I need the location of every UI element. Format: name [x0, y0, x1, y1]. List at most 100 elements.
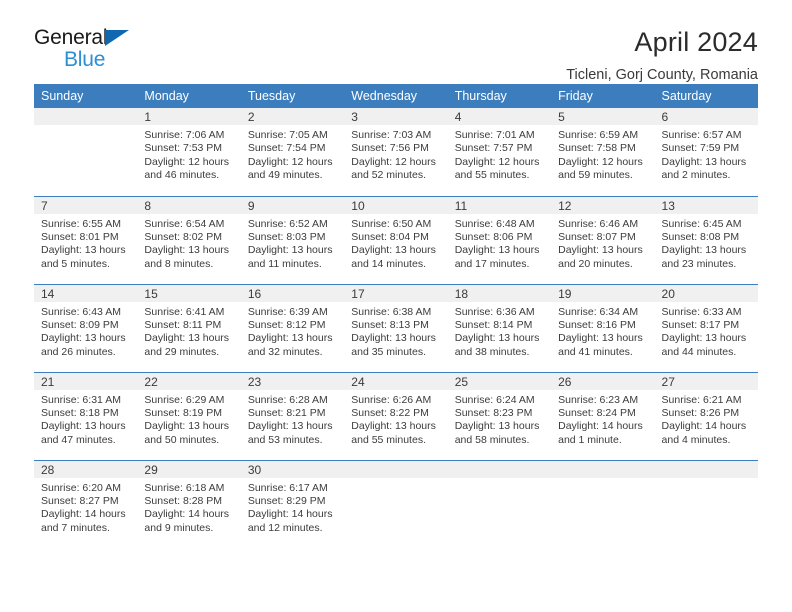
sunset-text: Sunset: 7:53 PM — [144, 142, 223, 155]
day-cell[interactable]: 3 Sunrise: 7:03 AM Sunset: 7:56 PM Dayli… — [344, 108, 448, 196]
day-cell[interactable] — [551, 460, 655, 548]
day-cell[interactable]: 19 Sunrise: 6:34 AM Sunset: 8:16 PM Dayl… — [551, 284, 655, 372]
day-details: Sunrise: 6:33 AM Sunset: 8:17 PM Dayligh… — [655, 302, 758, 360]
day-number: 30 — [240, 460, 345, 478]
day-cell[interactable]: 11 Sunrise: 6:48 AM Sunset: 8:06 PM Dayl… — [447, 196, 552, 284]
sunset-text: Sunset: 8:01 PM — [41, 230, 119, 243]
day-cell[interactable] — [34, 108, 138, 196]
sunrise-text: Sunrise: 6:34 AM — [558, 305, 639, 318]
day-details — [655, 478, 758, 482]
day-cell[interactable]: 12 Sunrise: 6:46 AM Sunset: 8:07 PM Dayl… — [551, 196, 655, 284]
weekday-header-thursday: Thursday — [447, 84, 552, 108]
day-number — [551, 460, 655, 478]
page-subtitle: Ticleni, Gorj County, Romania — [566, 67, 758, 84]
day-cell[interactable]: 7 Sunrise: 6:55 AM Sunset: 8:01 PM Dayli… — [34, 196, 138, 284]
day-cell[interactable]: 16 Sunrise: 6:39 AM Sunset: 8:12 PM Dayl… — [240, 284, 345, 372]
daylight-text: Daylight: 13 hours and 47 minutes. — [41, 420, 126, 446]
day-details: Sunrise: 7:05 AM Sunset: 7:54 PM Dayligh… — [241, 125, 344, 183]
sunrise-text: Sunrise: 6:43 AM — [41, 305, 121, 318]
day-cell[interactable]: 29 Sunrise: 6:18 AM Sunset: 8:28 PM Dayl… — [137, 460, 241, 548]
sunrise-text: Sunrise: 6:29 AM — [144, 393, 225, 406]
day-number: 11 — [447, 196, 552, 214]
daylight-text: Daylight: 13 hours and 8 minutes. — [144, 244, 230, 270]
day-cell[interactable]: 5 Sunrise: 6:59 AM Sunset: 7:58 PM Dayli… — [551, 108, 655, 196]
day-cell[interactable]: 8 Sunrise: 6:54 AM Sunset: 8:02 PM Dayli… — [137, 196, 241, 284]
day-number — [447, 460, 552, 478]
general-blue-logo: General Blue — [34, 27, 130, 70]
day-number: 13 — [654, 196, 758, 214]
day-details: Sunrise: 6:34 AM Sunset: 8:16 PM Dayligh… — [551, 302, 654, 360]
sunset-text: Sunset: 8:21 PM — [247, 406, 326, 419]
day-details: Sunrise: 7:06 AM Sunset: 7:53 PM Dayligh… — [137, 125, 240, 183]
day-cell[interactable]: 14 Sunrise: 6:43 AM Sunset: 8:09 PM Dayl… — [34, 284, 138, 372]
day-details: Sunrise: 6:23 AM Sunset: 8:24 PM Dayligh… — [551, 390, 654, 448]
day-cell[interactable]: 2 Sunrise: 7:05 AM Sunset: 7:54 PM Dayli… — [240, 108, 345, 196]
sunset-text: Sunset: 8:06 PM — [454, 230, 533, 243]
day-details: Sunrise: 6:46 AM Sunset: 8:07 PM Dayligh… — [551, 214, 654, 272]
sunset-text: Sunset: 8:07 PM — [558, 230, 636, 243]
daylight-text: Daylight: 13 hours and 17 minutes. — [454, 244, 540, 270]
day-details: Sunrise: 6:17 AM Sunset: 8:29 PM Dayligh… — [241, 478, 344, 536]
week-row: 21 Sunrise: 6:31 AM Sunset: 8:18 PM Dayl… — [34, 372, 758, 460]
day-cell[interactable] — [344, 460, 448, 548]
day-number — [654, 460, 758, 478]
sunset-text: Sunset: 8:08 PM — [661, 230, 740, 243]
day-details: Sunrise: 6:54 AM Sunset: 8:02 PM Dayligh… — [137, 214, 240, 272]
day-cell[interactable]: 24 Sunrise: 6:26 AM Sunset: 8:22 PM Dayl… — [344, 372, 448, 460]
sunset-text: Sunset: 8:28 PM — [144, 494, 223, 507]
day-cell[interactable]: 4 Sunrise: 7:01 AM Sunset: 7:57 PM Dayli… — [447, 108, 552, 196]
sunrise-text: Sunrise: 6:28 AM — [247, 393, 328, 406]
day-cell[interactable]: 22 Sunrise: 6:29 AM Sunset: 8:19 PM Dayl… — [137, 372, 241, 460]
day-cell[interactable]: 26 Sunrise: 6:23 AM Sunset: 8:24 PM Dayl… — [551, 372, 655, 460]
day-cell[interactable] — [654, 460, 758, 548]
day-cell[interactable]: 15 Sunrise: 6:41 AM Sunset: 8:11 PM Dayl… — [137, 284, 241, 372]
day-number: 21 — [34, 372, 138, 390]
day-cell[interactable]: 1 Sunrise: 7:06 AM Sunset: 7:53 PM Dayli… — [137, 108, 241, 196]
day-number: 9 — [240, 196, 345, 214]
sunset-text: Sunset: 8:26 PM — [661, 406, 740, 419]
sunset-text: Sunset: 8:04 PM — [351, 230, 429, 243]
day-number — [34, 108, 138, 125]
day-cell[interactable]: 10 Sunrise: 6:50 AM Sunset: 8:04 PM Dayl… — [344, 196, 448, 284]
day-cell[interactable]: 21 Sunrise: 6:31 AM Sunset: 8:18 PM Dayl… — [34, 372, 138, 460]
daylight-text: Daylight: 13 hours and 5 minutes. — [41, 244, 126, 270]
day-cell[interactable]: 28 Sunrise: 6:20 AM Sunset: 8:27 PM Dayl… — [34, 460, 138, 548]
day-cell[interactable]: 13 Sunrise: 6:45 AM Sunset: 8:08 PM Dayl… — [654, 196, 758, 284]
daylight-text: Daylight: 13 hours and 41 minutes. — [558, 332, 643, 358]
weekday-header-saturday: Saturday — [654, 84, 758, 108]
day-number: 5 — [551, 108, 655, 125]
daylight-text: Daylight: 13 hours and 55 minutes. — [351, 420, 436, 446]
sunset-text: Sunset: 8:11 PM — [144, 318, 222, 331]
sunrise-text: Sunrise: 6:48 AM — [454, 217, 535, 230]
daylight-text: Daylight: 13 hours and 26 minutes. — [41, 332, 126, 358]
sunrise-text: Sunrise: 6:18 AM — [144, 481, 225, 494]
day-cell[interactable]: 18 Sunrise: 6:36 AM Sunset: 8:14 PM Dayl… — [447, 284, 552, 372]
title-block: April 2024 Ticleni, Gorj County, Romania — [566, 27, 758, 84]
day-cell[interactable]: 30 Sunrise: 6:17 AM Sunset: 8:29 PM Dayl… — [240, 460, 345, 548]
sunrise-text: Sunrise: 6:50 AM — [351, 217, 432, 230]
day-cell[interactable]: 27 Sunrise: 6:21 AM Sunset: 8:26 PM Dayl… — [654, 372, 758, 460]
sunrise-text: Sunrise: 6:59 AM — [558, 129, 639, 141]
sunrise-text: Sunrise: 6:57 AM — [661, 129, 742, 141]
daylight-text: Daylight: 14 hours and 7 minutes. — [41, 508, 126, 534]
day-cell[interactable]: 25 Sunrise: 6:24 AM Sunset: 8:23 PM Dayl… — [447, 372, 552, 460]
day-cell[interactable]: 17 Sunrise: 6:38 AM Sunset: 8:13 PM Dayl… — [344, 284, 448, 372]
sunrise-text: Sunrise: 6:52 AM — [247, 217, 328, 230]
day-cell[interactable]: 9 Sunrise: 6:52 AM Sunset: 8:03 PM Dayli… — [240, 196, 345, 284]
sunset-text: Sunset: 8:03 PM — [247, 230, 326, 243]
daylight-text: Daylight: 12 hours and 46 minutes. — [144, 155, 230, 182]
day-number: 25 — [447, 372, 552, 390]
daylight-text: Daylight: 14 hours and 4 minutes. — [661, 420, 747, 446]
day-cell[interactable] — [447, 460, 552, 548]
day-cell[interactable]: 6 Sunrise: 6:57 AM Sunset: 7:59 PM Dayli… — [654, 108, 758, 196]
daylight-text: Daylight: 13 hours and 11 minutes. — [247, 244, 333, 270]
sunrise-text: Sunrise: 6:36 AM — [454, 305, 535, 318]
daylight-text: Daylight: 13 hours and 58 minutes. — [454, 420, 540, 446]
day-cell[interactable]: 20 Sunrise: 6:33 AM Sunset: 8:17 PM Dayl… — [654, 284, 758, 372]
day-details — [344, 478, 447, 482]
day-cell[interactable]: 23 Sunrise: 6:28 AM Sunset: 8:21 PM Dayl… — [240, 372, 345, 460]
day-details: Sunrise: 6:18 AM Sunset: 8:28 PM Dayligh… — [137, 478, 240, 536]
sunrise-text: Sunrise: 6:20 AM — [41, 481, 121, 494]
day-number: 7 — [34, 196, 138, 214]
sunrise-text: Sunrise: 6:54 AM — [144, 217, 225, 230]
